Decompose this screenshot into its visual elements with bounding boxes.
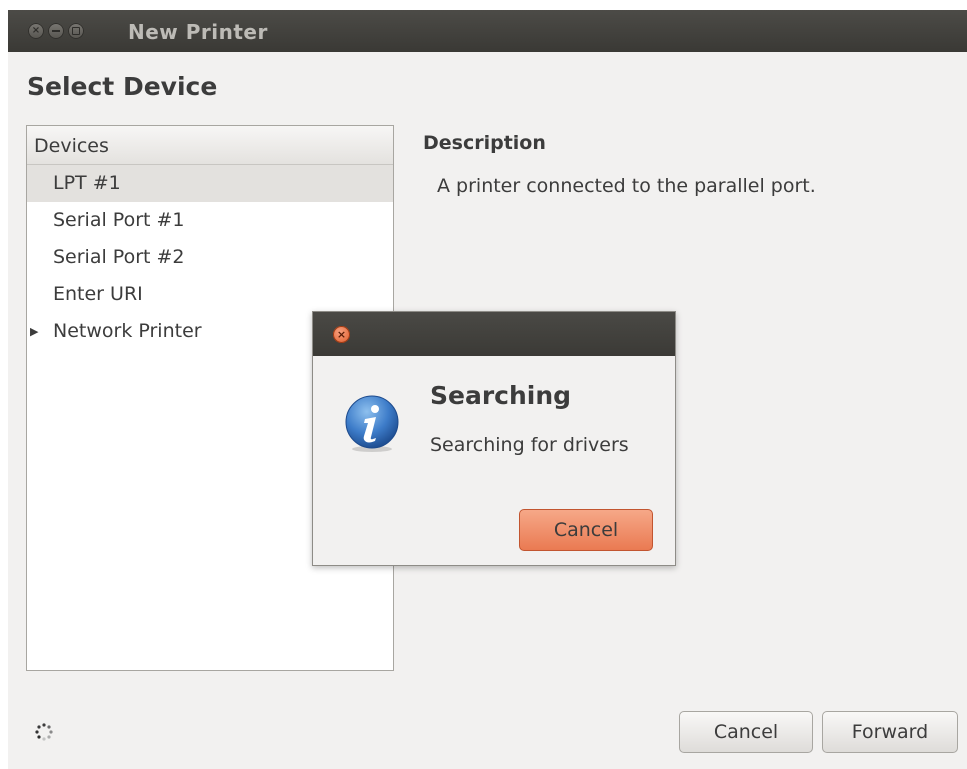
description-text: A printer connected to the parallel port… — [437, 175, 816, 197]
list-item-label: Serial Port #2 — [53, 246, 185, 268]
list-item-serial-port-2[interactable]: Serial Port #2 — [27, 239, 393, 276]
dialog-cancel-button[interactable]: Cancel — [519, 509, 653, 551]
searching-dialog: × Searching Searching for drivers Cancel — [312, 311, 676, 566]
list-item-label: Serial Port #1 — [53, 209, 185, 231]
list-item-serial-port-1[interactable]: Serial Port #1 — [27, 202, 393, 239]
spinner-icon — [35, 723, 53, 741]
forward-button[interactable]: Forward — [822, 711, 958, 753]
window-minimize-button[interactable] — [48, 23, 64, 39]
list-item-enter-uri[interactable]: Enter URI — [27, 276, 393, 313]
window-title: New Printer — [128, 20, 268, 44]
cancel-button[interactable]: Cancel — [679, 711, 813, 753]
dialog-close-button[interactable]: × — [333, 326, 350, 343]
devices-column-header[interactable]: Devices — [27, 126, 393, 165]
title-bar: × New Printer — [8, 10, 967, 52]
new-printer-window: × New Printer Select Device Devices LPT … — [8, 10, 967, 769]
list-item-label: LPT #1 — [53, 172, 121, 194]
list-item-label: Network Printer — [53, 320, 202, 342]
description-title: Description — [423, 132, 546, 154]
window-maximize-button[interactable] — [68, 23, 84, 39]
dialog-message: Searching for drivers — [430, 434, 629, 456]
dialog-title: Searching — [430, 381, 572, 410]
list-item-lpt1[interactable]: LPT #1 — [27, 165, 393, 202]
window-close-button[interactable]: × — [28, 23, 44, 39]
close-icon: × — [336, 328, 347, 341]
dialog-title-bar: × — [313, 312, 675, 356]
close-icon: × — [31, 25, 41, 36]
expander-triangle-icon[interactable]: ▶ — [30, 313, 38, 350]
page-title: Select Device — [27, 72, 218, 101]
list-item-label: Enter URI — [53, 283, 143, 305]
info-icon — [345, 395, 399, 452]
